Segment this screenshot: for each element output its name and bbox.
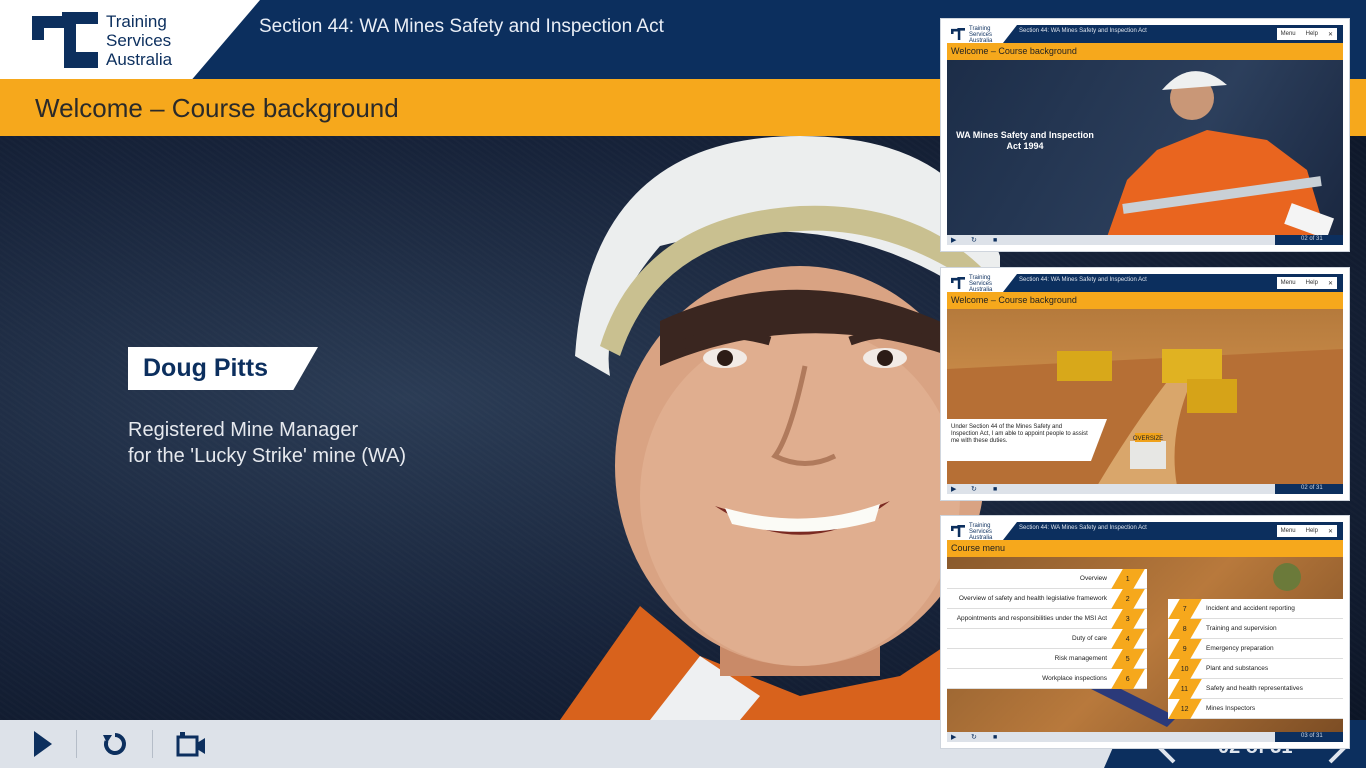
play-icon: ▶: [951, 734, 957, 741]
thumb-caption: Under Section 44 of the Mines Safety and…: [947, 419, 1107, 461]
thumbnail-slide-3[interactable]: Training Services Australia Section 44: WA…: [940, 515, 1350, 749]
tsa-logo-icon: [32, 12, 98, 68]
thumb-close-icon[interactable]: ✕: [1328, 31, 1333, 38]
thumb-menu-button[interactable]: Menu: [1281, 280, 1296, 286]
thumbnail-slide-2[interactable]: Training Services Australia Section 44: WA…: [940, 267, 1350, 501]
thumb-section-title: Section 44: WA Mines Safety and Inspecti…: [1019, 525, 1147, 531]
thumb-image-trucks: OVERSIZE Under Section 44 of the Mines S…: [947, 309, 1343, 486]
thumb-header: Training Services Australia Section 44: WA…: [947, 274, 1343, 292]
course-menu: Overview 1 Overview of safety and health …: [947, 557, 1343, 734]
thumb-control-bar: ▶ ↻ ■ 03 of 31: [947, 732, 1343, 742]
control-divider: [152, 730, 153, 758]
video-camera-icon: ■: [993, 734, 998, 741]
replay-button[interactable]: [80, 720, 150, 768]
thumb-header: Training Services Australia Section 44: WA…: [947, 25, 1343, 43]
thumb-title-bar: Course menu: [947, 540, 1343, 557]
logo-line-3: Australia: [106, 50, 173, 69]
replay-icon: [103, 733, 126, 755]
menu-item[interactable]: Overview of safety and health legislativ…: [947, 589, 1147, 609]
menu-item[interactable]: 9 Emergency preparation: [1168, 639, 1343, 659]
oversize-sign-text: OVERSIZE: [1133, 436, 1163, 442]
thumb-title-bar: Welcome – Course background: [947, 292, 1343, 309]
menu-item[interactable]: 11 Safety and health representatives: [1168, 679, 1343, 699]
play-icon: ▶: [951, 237, 957, 244]
thumb-image-worker: WA Mines Safety and Inspection Act 1994: [947, 60, 1343, 237]
thumb-slide-title: Course menu: [951, 543, 1006, 553]
thumb-slide-title: Welcome – Course background: [951, 295, 1077, 305]
presenter-name-tag: Doug Pitts: [128, 347, 318, 390]
thumb-menu-button[interactable]: Menu: [1281, 528, 1296, 534]
video-button[interactable]: [156, 720, 226, 768]
tsa-logo-icon: [951, 28, 965, 40]
thumb-help-button[interactable]: Help: [1306, 528, 1318, 534]
play-icon: [34, 731, 52, 757]
presenter-role: Registered Mine Manager for the 'Lucky S…: [128, 417, 406, 469]
thumb-title-bar: Welcome – Course background: [947, 43, 1343, 60]
thumb-section-title: Section 44: WA Mines Safety and Inspecti…: [1019, 277, 1147, 283]
thumb-page-counter: 03 of 31: [1301, 733, 1323, 739]
video-camera-icon: ■: [993, 486, 998, 493]
slide-title: Welcome – Course background: [35, 93, 399, 123]
menu-item[interactable]: Risk management 5: [947, 649, 1147, 669]
thumb-slide-title: Welcome – Course background: [951, 46, 1077, 56]
thumb-header: Training Services Australia Section 44: WA…: [947, 522, 1343, 540]
presenter-name: Doug Pitts: [143, 354, 268, 382]
menu-item[interactable]: Overview 1: [947, 569, 1147, 589]
thumb-help-button[interactable]: Help: [1306, 280, 1318, 286]
menu-item[interactable]: Workplace inspections 6: [947, 669, 1147, 689]
tsa-logo-icon: [951, 525, 965, 537]
thumb-help-button[interactable]: Help: [1306, 31, 1318, 37]
menu-item[interactable]: Duty of care 4: [947, 629, 1147, 649]
replay-icon: ↻: [971, 486, 977, 493]
tsa-logo-icon: [951, 277, 965, 289]
thumb-caption: WA Mines Safety and Inspection Act 1994: [956, 130, 1094, 151]
thumb-control-bar: ▶ ↻ ■ 02 of 31: [947, 484, 1343, 494]
thumb-page-counter: 02 of 31: [1301, 485, 1323, 491]
menu-item[interactable]: 12 Mines Inspectors: [1168, 699, 1343, 719]
logo-line-2: Services: [106, 31, 172, 50]
play-icon: ▶: [951, 486, 957, 493]
menu-item[interactable]: 10 Plant and substances: [1168, 659, 1343, 679]
logo-text: Training Services Australia: [106, 12, 172, 69]
logo-line-1: Training: [106, 12, 167, 31]
video-camera-icon: [176, 732, 205, 757]
logo: Training Services Australia: [0, 0, 260, 79]
thumb-section-title: Section 44: WA Mines Safety and Inspecti…: [1019, 28, 1147, 34]
section-title: Section 44: WA Mines Safety and Inspecti…: [259, 16, 664, 37]
course-player: Training Services Australia Section 44: …: [0, 0, 1366, 768]
menu-item[interactable]: Appointments and responsibilities under …: [947, 609, 1147, 629]
menu-item[interactable]: 8 Training and supervision: [1168, 619, 1343, 639]
thumb-close-icon[interactable]: ✕: [1328, 280, 1333, 287]
control-divider: [76, 730, 77, 758]
presenter-role-line-1: Registered Mine Manager: [128, 419, 359, 441]
menu-list-right: 7 Incident and accident reporting 8 Traini…: [1168, 599, 1343, 719]
thumb-close-icon[interactable]: ✕: [1328, 528, 1333, 535]
replay-icon: ↻: [971, 237, 977, 244]
video-camera-icon: ■: [993, 237, 998, 244]
menu-item[interactable]: 7 Incident and accident reporting: [1168, 599, 1343, 619]
thumb-menu-button[interactable]: Menu: [1281, 31, 1296, 37]
thumb-page-counter: 02 of 31: [1301, 236, 1323, 242]
menu-list-left: Overview 1 Overview of safety and health …: [947, 569, 1147, 689]
thumb-control-bar: ▶ ↻ ■ 02 of 31: [947, 235, 1343, 245]
play-button[interactable]: [8, 720, 78, 768]
replay-icon: ↻: [971, 734, 977, 741]
thumbnail-slide-1[interactable]: Training Services Australia Section 44: WA…: [940, 18, 1350, 252]
presenter-role-line-2: for the 'Lucky Strike' mine (WA): [128, 445, 407, 467]
